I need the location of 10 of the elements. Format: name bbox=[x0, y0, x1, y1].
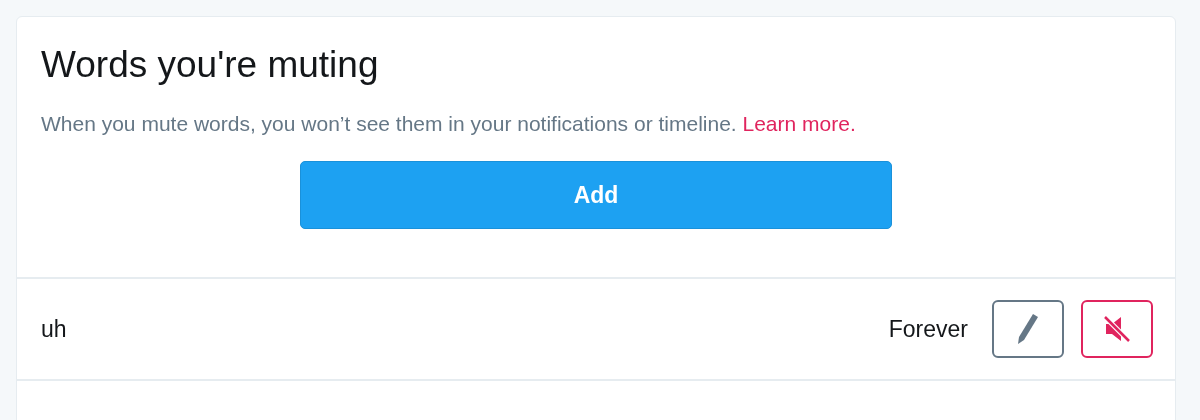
pencil-icon bbox=[1017, 313, 1039, 345]
edit-button[interactable] bbox=[992, 300, 1064, 358]
page-title: Words you're muting bbox=[41, 43, 380, 87]
description-text: When you mute words, you won’t see them in your notifications or timeline. Learn more. bbox=[41, 111, 857, 137]
learn-more-link[interactable]: Learn more. bbox=[742, 112, 856, 135]
mute-icon bbox=[1102, 314, 1132, 344]
unmute-button[interactable] bbox=[1081, 300, 1153, 358]
mute-duration: Forever bbox=[888, 315, 968, 343]
add-button[interactable]: Add bbox=[300, 161, 892, 229]
muted-word: uh bbox=[41, 315, 68, 343]
